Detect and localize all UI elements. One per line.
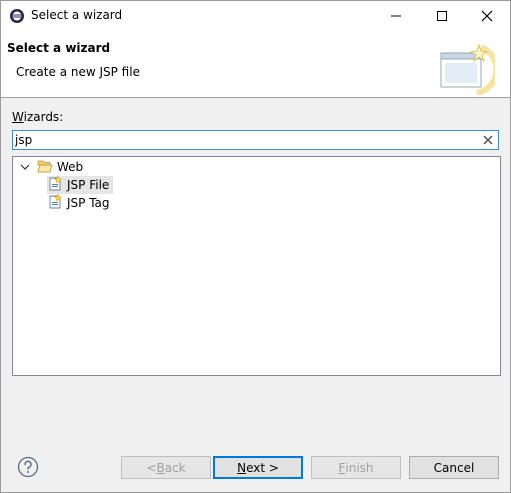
wizard-filter-input[interactable] — [15, 132, 475, 148]
wizards-label-text: izards: — [23, 110, 64, 124]
tree-item-label: JSP Tag — [67, 196, 110, 210]
banner-description: Create a new JSP file — [16, 65, 140, 79]
jsp-file-icon — [47, 174, 63, 195]
wizard-banner-icon — [437, 41, 500, 96]
help-icon[interactable] — [17, 456, 39, 478]
eclipse-app-icon — [9, 8, 25, 24]
maximize-icon — [437, 11, 447, 21]
tree-node-web[interactable]: Web — [19, 158, 83, 176]
next-button-mnemonic: N — [237, 460, 247, 475]
wizards-label-mnemonic: W — [12, 110, 24, 124]
cancel-button[interactable]: Cancel — [409, 456, 499, 479]
wizard-dialog: Select a wizard Select a wizard Create a… — [0, 0, 511, 493]
maximize-button[interactable] — [419, 1, 465, 31]
folder-open-icon — [37, 159, 53, 176]
tree-node-label: Web — [57, 160, 84, 174]
banner-title: Select a wizard — [7, 41, 111, 55]
wizard-tree[interactable]: Web JSP File JSP Tag — [12, 156, 501, 376]
wizards-label: Wizards: — [12, 110, 63, 124]
tree-item-jsp-file[interactable]: JSP File — [47, 174, 114, 195]
back-button-text: ack — [164, 460, 186, 475]
finish-button-mnemonic: F — [338, 460, 346, 475]
close-icon — [481, 10, 493, 22]
finish-button-text: inish — [345, 460, 374, 475]
tree-item-jsp-tag[interactable]: JSP Tag — [47, 192, 110, 213]
wizard-filter-box — [12, 130, 499, 150]
window-title: Select a wizard — [31, 8, 123, 22]
chevron-down-icon[interactable] — [19, 161, 31, 173]
minimize-button[interactable] — [373, 1, 419, 31]
finish-button[interactable]: Finish — [311, 456, 401, 479]
tree-item-label: JSP File — [67, 178, 110, 192]
clear-filter-icon[interactable] — [481, 133, 495, 147]
title-bar: Select a wizard — [1, 1, 510, 31]
back-button-mnemonic: B — [156, 460, 165, 475]
jsp-tag-icon — [47, 192, 63, 213]
next-button[interactable]: Next > — [213, 456, 303, 479]
next-button-text: ext > — [246, 460, 279, 475]
minimize-icon — [391, 15, 401, 17]
cancel-button-label: Cancel — [433, 460, 475, 475]
back-button[interactable]: < Back — [121, 456, 211, 479]
back-button-prefix: < — [146, 460, 157, 475]
close-button[interactable] — [464, 1, 510, 31]
wizard-banner: Select a wizard Create a new JSP file — [1, 31, 510, 98]
